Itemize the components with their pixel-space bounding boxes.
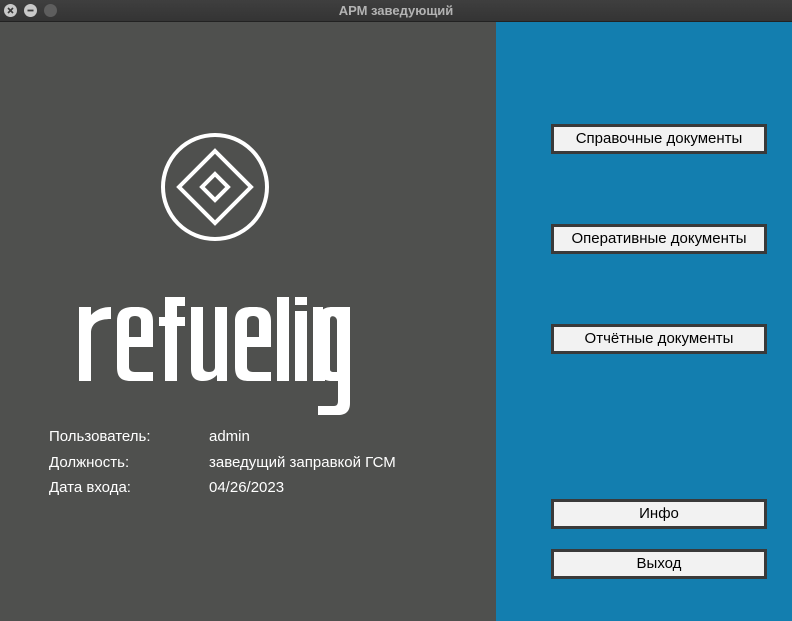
exit-button[interactable]: Выход (551, 549, 767, 579)
info-button[interactable]: Инфо (551, 499, 767, 529)
refueling-logo-g (318, 307, 350, 415)
window-title: АРМ заведующий (338, 3, 454, 18)
right-panel: Справочные документы Оперативные докумен… (496, 22, 792, 621)
diamond-in-circle-icon (161, 133, 269, 241)
report-documents-button[interactable]: Отчётные документы (551, 324, 767, 354)
left-panel: Пользователь: admin Должность: заведущий… (0, 22, 496, 621)
login-date-value: 04/26/2023 (209, 479, 285, 496)
reference-documents-button[interactable]: Справочные документы (551, 124, 767, 154)
user-label: Пользователь: (49, 428, 151, 445)
app-window: АРМ заведующий Пользователь: admin Должн… (0, 0, 792, 621)
title-bar: АРМ заведующий (0, 0, 792, 22)
refueling-logo (79, 297, 349, 381)
position-label: Должность: (49, 454, 130, 471)
position-value: заведущий заправкой ГСМ (209, 454, 396, 471)
operational-documents-button[interactable]: Оперативные документы (551, 224, 767, 254)
user-value: admin (209, 428, 250, 445)
login-date-label: Дата входа: (49, 479, 131, 496)
